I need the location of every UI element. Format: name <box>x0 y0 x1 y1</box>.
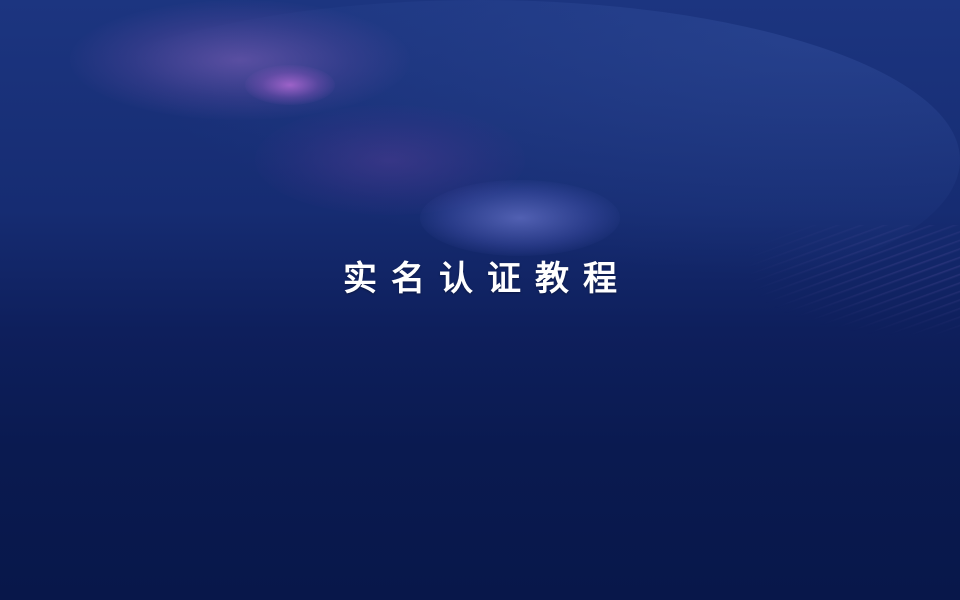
lens-flare-large <box>70 0 410 120</box>
slide-canvas: { "slide": { "title": "实名认证教程" }, "color… <box>0 0 960 600</box>
lens-flare-medium <box>255 105 525 215</box>
lens-flare-hotspot <box>245 65 335 105</box>
slide-title: 实名认证教程 <box>343 259 631 299</box>
lens-flare-blue <box>420 180 620 256</box>
